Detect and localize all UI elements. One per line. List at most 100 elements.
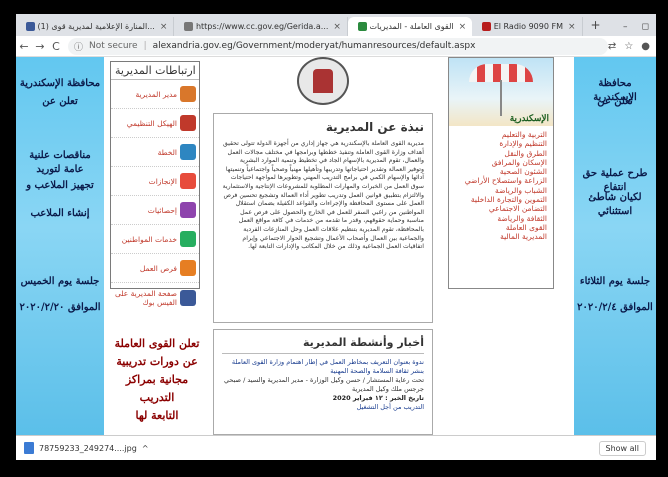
- right-ad-banner[interactable]: محافظة الإسكندرية تعلن عن طرح عملية حق ا…: [574, 57, 656, 435]
- address-bar[interactable]: ⓘ Not secure | alexandria.gov.eg/Governm…: [68, 37, 608, 55]
- promo-line: تعلن القوى العاملة: [114, 337, 200, 350]
- close-icon[interactable]: ×: [568, 22, 576, 32]
- sector-link[interactable]: التربية والتعليم: [455, 130, 547, 139]
- divider: |: [143, 41, 147, 51]
- forward-icon[interactable]: →: [32, 40, 48, 53]
- sector-link[interactable]: الزراعة واستصلاح الأراضي: [455, 176, 547, 185]
- close-icon[interactable]: ×: [333, 22, 341, 32]
- news-link[interactable]: التدريب من أجل التشغيل: [222, 403, 424, 412]
- web-page: محافظة الإسكندرية تعلن عن مناقصات علنية …: [16, 57, 656, 435]
- banner-line: لكيان شاطئ استثنائي: [588, 192, 642, 217]
- banner-line: تجهيز الملاعب و: [26, 180, 94, 191]
- left-ad-banner[interactable]: محافظة الإسكندرية تعلن عن مناقصات علنية …: [16, 57, 104, 435]
- reload-icon[interactable]: C: [48, 40, 64, 53]
- about-title: نبذة عن المديرية: [325, 120, 424, 134]
- favicon-icon: [482, 22, 492, 31]
- banner-line: جلسة يوم الخميس: [20, 276, 100, 287]
- main-content: نبذة عن المديرية مديرية القوى العاملة با…: [213, 57, 433, 435]
- menu-item[interactable]: صفحة المديرية على الفيس بوك: [111, 283, 199, 312]
- menu-item[interactable]: الهيكل التنظيمي: [111, 109, 199, 138]
- jobs-icon: [180, 260, 196, 276]
- download-filename: 78759233_249274....jpg: [39, 443, 137, 453]
- banner-line: الموافق ٢٠٢٠/٢/٤: [577, 302, 653, 313]
- links-menu-title: ارتباطات المديرية: [111, 62, 199, 80]
- chevron-up-icon[interactable]: ^: [142, 444, 149, 453]
- info-icon[interactable]: ⓘ: [74, 40, 83, 53]
- sector-link[interactable]: القوى العاملة: [455, 223, 547, 232]
- menu-item[interactable]: فرص العمل: [111, 254, 199, 283]
- sector-link[interactable]: الشباب والرياضة: [455, 186, 547, 195]
- back-icon[interactable]: ←: [16, 40, 32, 53]
- facebook-icon: [180, 289, 196, 306]
- menu-item-label: الخطة: [157, 147, 177, 157]
- image-caption: الإسكندرية: [509, 114, 549, 124]
- download-item[interactable]: 78759233_249274....jpg ^: [16, 436, 157, 461]
- banner-line: إنشاء الملاعب: [30, 208, 90, 219]
- menu-item[interactable]: مدير المديرية: [111, 80, 199, 109]
- show-all-button[interactable]: Show all: [598, 440, 646, 456]
- news-text: تحت رعاية المستشار / حسن وكيل الوزارة - …: [223, 376, 424, 393]
- about-section: نبذة عن المديرية مديرية القوى العاملة با…: [213, 113, 433, 323]
- promo-line: مجانية بمراكز التدريب: [125, 373, 189, 404]
- menu-item-label: إحصائيات: [147, 205, 177, 215]
- tab-title: El Radio 9090 FM: [493, 22, 563, 31]
- sector-link[interactable]: المديرية المالية: [455, 232, 547, 241]
- tab-title: القوى العاملة - المديريات: [369, 22, 454, 31]
- bookmark-star-icon[interactable]: ☆: [624, 41, 633, 52]
- menu-item[interactable]: إحصائيات: [111, 196, 199, 225]
- alexandria-beach-image: الإسكندرية: [449, 58, 553, 126]
- menu-item[interactable]: الإنجازات: [111, 167, 199, 196]
- favicon-icon: [357, 22, 367, 31]
- achievements-icon: [180, 173, 196, 189]
- banner-line: تعلن عن: [42, 96, 78, 107]
- profile-icon[interactable]: ●: [641, 41, 650, 52]
- browser-window: (1) المنارة الإعلامية لمديرية قوى... × ht…: [16, 14, 656, 460]
- sector-link[interactable]: الطرق والنقل: [455, 149, 547, 158]
- close-icon[interactable]: ×: [459, 22, 467, 32]
- links-column: ارتباطات المديرية مدير المديرية الهيكل ا…: [110, 57, 200, 435]
- menu-item-label: فرص العمل: [139, 263, 177, 273]
- maximize-button[interactable]: ◻: [635, 22, 656, 32]
- tab-3[interactable]: El Radio 9090 FM ×: [472, 17, 583, 36]
- menu-item-label: صفحة المديرية على الفيس بوك: [115, 288, 177, 307]
- logo-area: [213, 57, 433, 109]
- screenshot-frame: (1) المنارة الإعلامية لمديرية قوى... × ht…: [0, 0, 668, 477]
- toolbar-actions: ⇄ ☆ ●: [608, 41, 656, 52]
- news-link[interactable]: ندوة بعنوان التعريف بمخاطر العمل في إطار…: [222, 358, 424, 376]
- umbrella-pole: [500, 80, 502, 116]
- window-controls: – ◻: [616, 17, 656, 36]
- banner-line: محافظة الإسكندرية: [19, 78, 101, 89]
- promo-line: التابعة لها: [135, 409, 179, 422]
- tab-2[interactable]: القوى العاملة - المديريات ×: [347, 17, 473, 36]
- menu-item-label: مدير المديرية: [135, 89, 177, 99]
- close-icon[interactable]: ×: [160, 22, 168, 32]
- translate-icon[interactable]: ⇄: [608, 41, 616, 52]
- menu-item[interactable]: خدمات المواطنين: [111, 225, 199, 254]
- banner-line: جلسة يوم الثلاثاء: [579, 276, 651, 287]
- news-title: أخبار وأنشطة المديرية: [222, 336, 424, 354]
- links-menu: ارتباطات المديرية مدير المديرية الهيكل ا…: [110, 61, 200, 307]
- menu-item[interactable]: الخطة: [111, 138, 199, 167]
- directorate-logo: [297, 57, 349, 105]
- sector-link[interactable]: التنظيم والإدارة: [455, 139, 547, 148]
- about-text: مديرية القوى العاملة بالإسكندرية هي جهاز…: [222, 140, 424, 251]
- security-label: Not secure: [89, 41, 138, 51]
- news-section: أخبار وأنشطة المديرية ندوة بعنوان التعري…: [213, 329, 433, 435]
- person-icon: [180, 86, 196, 102]
- sector-link[interactable]: التموين والتجارة الداخلية: [455, 195, 547, 204]
- sector-link[interactable]: الثقافة والرياضة: [455, 214, 547, 223]
- services-icon: [180, 231, 196, 247]
- tab-1[interactable]: https://www.cc.gov.eg/Gerida.a... ×: [174, 17, 348, 36]
- banner-line: مناقصات علنية عامة لتوريد: [29, 150, 91, 175]
- sector-link[interactable]: الإسكان والمرافق: [455, 158, 547, 167]
- sectors-menu: الإسكندرية التربية والتعليم التنظيم والإ…: [448, 57, 554, 289]
- news-date: تاريخ الخبر : ١٢ فبراير 2020: [332, 394, 424, 402]
- training-promo[interactable]: تعلن القوى العاملة عن دورات تدريبية مجان…: [114, 335, 200, 425]
- stats-icon: [180, 202, 196, 218]
- menu-item-label: الإنجازات: [148, 176, 177, 186]
- minimize-button[interactable]: –: [616, 22, 635, 32]
- tab-0[interactable]: (1) المنارة الإعلامية لمديرية قوى... ×: [16, 17, 175, 36]
- new-tab-button[interactable]: +: [583, 18, 609, 32]
- banner-line: تعلن عن: [597, 96, 633, 107]
- sector-link[interactable]: التضامن الاجتماعي: [455, 204, 547, 213]
